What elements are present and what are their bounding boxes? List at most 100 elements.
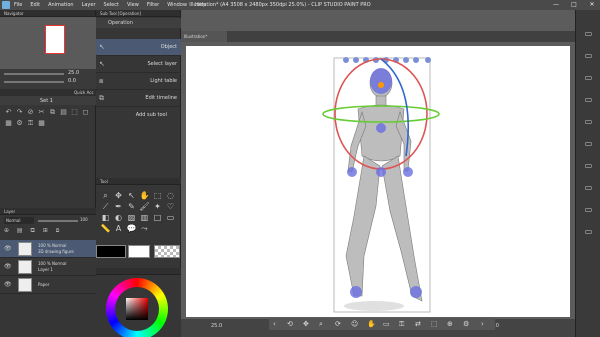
balloon-icon[interactable]: 💬 bbox=[125, 223, 138, 234]
redo-icon[interactable]: ↷ bbox=[15, 108, 24, 117]
quick-access-tab[interactable]: Quick Acc bbox=[74, 90, 94, 95]
eye-icon[interactable]: 👁 bbox=[4, 263, 12, 270]
grid-icon[interactable]: ▦ bbox=[37, 119, 46, 128]
clear-icon[interactable]: ⊘ bbox=[26, 108, 35, 117]
frame-icon[interactable]: ▭ bbox=[164, 212, 177, 223]
open-icon[interactable]: ▭ bbox=[583, 50, 594, 61]
color-wheel[interactable] bbox=[106, 278, 168, 337]
ground-icon[interactable]: ▭ bbox=[383, 318, 390, 330]
opacity-slider[interactable] bbox=[38, 220, 78, 222]
transform-icon[interactable]: ▭ bbox=[583, 160, 594, 171]
layer-row-3d[interactable]: 👁 100 % Normal 3D drawing figure bbox=[0, 240, 96, 258]
settings-icon[interactable]: ⚙ bbox=[463, 318, 469, 330]
invert-icon[interactable]: ▭ bbox=[583, 204, 594, 215]
select-icon[interactable]: ⬚ bbox=[151, 190, 164, 201]
eyedropper-icon[interactable]: ⟋ bbox=[99, 201, 112, 212]
sub-tool-light-table[interactable]: ⧈ Light table bbox=[96, 73, 181, 90]
deselect-icon[interactable]: ◻ bbox=[81, 108, 90, 117]
lock-icon[interactable]: ⚿ bbox=[399, 318, 404, 330]
airbrush-icon[interactable]: ✦ bbox=[151, 201, 164, 212]
arrow-right-icon[interactable]: › bbox=[481, 318, 484, 330]
quick-access-set[interactable]: Set 1 bbox=[0, 96, 96, 105]
tool-panel: Sub Tool [Operation] Operation ↖ Object … bbox=[96, 10, 181, 337]
new-icon[interactable]: ▭ bbox=[583, 28, 594, 39]
blend-icon[interactable]: ◐ bbox=[112, 212, 125, 223]
camera-pan-icon[interactable]: ✥ bbox=[303, 318, 309, 330]
fill-icon[interactable]: ▭ bbox=[583, 226, 594, 237]
copy-icon[interactable]: ⧉ bbox=[48, 108, 57, 117]
camera-reset-icon[interactable]: ⟳ bbox=[335, 318, 341, 330]
lock-icon[interactable]: ⚿ bbox=[26, 119, 35, 128]
set-name: Set 1 bbox=[40, 98, 53, 104]
navigator-preview bbox=[45, 25, 65, 54]
paste-icon[interactable]: ▤ bbox=[59, 108, 68, 117]
main-color-swatch[interactable] bbox=[96, 245, 126, 258]
right-command-bar: ▭ ▭ ▭ ▭ ▭ ▭ ▭ ▭ ▭ ▭ bbox=[575, 10, 600, 337]
gradient-icon[interactable]: ▥ bbox=[138, 212, 151, 223]
sub-tool-group-label[interactable]: Operation bbox=[108, 20, 133, 26]
saturation-value-box[interactable] bbox=[126, 298, 148, 320]
decoration-icon[interactable]: ♡ bbox=[164, 201, 177, 212]
flip-icon[interactable]: ⇄ bbox=[415, 318, 421, 330]
ruler-icon[interactable]: 📏 bbox=[99, 223, 112, 234]
canvas-paper[interactable] bbox=[186, 46, 570, 317]
close-button[interactable]: ✕ bbox=[584, 0, 600, 10]
sub-tool-select-layer[interactable]: ↖ Select layer bbox=[96, 56, 181, 73]
3d-figure-body bbox=[345, 68, 423, 302]
fill-icon[interactable]: ▦ bbox=[4, 119, 13, 128]
cut-icon[interactable]: ✂ bbox=[37, 108, 46, 117]
save-icon[interactable]: ▭ bbox=[583, 72, 594, 83]
lasso-icon[interactable]: ◌ bbox=[164, 190, 177, 201]
maximize-button[interactable]: □ bbox=[566, 0, 582, 10]
hand-pose-icon[interactable]: ✋ bbox=[367, 318, 376, 330]
navigator-view[interactable] bbox=[0, 17, 96, 69]
menu-select[interactable]: Select bbox=[100, 0, 123, 10]
add-sub-tool[interactable]: Add sub tool bbox=[96, 107, 181, 124]
move-icon[interactable]: ✥ bbox=[112, 190, 125, 201]
menu-edit[interactable]: Edit bbox=[26, 0, 44, 10]
hand-icon[interactable]: ✋ bbox=[138, 190, 151, 201]
menu-file[interactable]: File bbox=[10, 0, 26, 10]
minimize-button[interactable]: — bbox=[548, 0, 564, 10]
deselect-icon[interactable]: ▭ bbox=[583, 182, 594, 193]
undo-icon[interactable]: ↶ bbox=[4, 108, 13, 117]
sub-tool-edit-timeline[interactable]: ⧉ Edit timeline bbox=[96, 90, 181, 107]
3d-figure-scene[interactable] bbox=[186, 46, 570, 317]
layer-row-paper[interactable]: 👁 Paper bbox=[0, 276, 96, 294]
text-icon[interactable]: A bbox=[112, 223, 125, 234]
clear-icon[interactable]: ▭ bbox=[583, 138, 594, 149]
transform-icon[interactable]: ⬚ bbox=[70, 108, 79, 117]
rotation-slider[interactable] bbox=[4, 81, 64, 83]
sub-color-swatch[interactable] bbox=[128, 245, 150, 258]
operation-icon[interactable]: ↖ bbox=[125, 190, 138, 201]
transparent-color-swatch[interactable] bbox=[154, 245, 180, 258]
sub-tool-object[interactable]: ↖ Object bbox=[96, 39, 181, 56]
settings-icon[interactable]: ⚙ bbox=[15, 119, 24, 128]
layer-row-1[interactable]: 👁 100 % Normal Layer 1 bbox=[0, 258, 96, 276]
zoom-slider[interactable] bbox=[4, 73, 64, 75]
undo-icon[interactable]: ▭ bbox=[583, 94, 594, 105]
camera-zoom-icon[interactable]: ⌕ bbox=[319, 318, 323, 330]
pen-icon[interactable]: ✒ bbox=[112, 201, 125, 212]
menu-layer[interactable]: Layer bbox=[78, 0, 100, 10]
tool-header: Tool bbox=[96, 178, 181, 185]
body-shape-icon[interactable]: ⬚ bbox=[431, 318, 438, 330]
redo-icon[interactable]: ▭ bbox=[583, 116, 594, 127]
pencil-icon[interactable]: ✎ bbox=[125, 201, 138, 212]
arrow-left-icon[interactable]: ‹ bbox=[273, 318, 276, 330]
navigator-controls: 25.0 0.0 bbox=[0, 69, 96, 89]
eye-icon[interactable]: 👁 bbox=[4, 245, 12, 252]
pose-icon[interactable]: ☺ bbox=[351, 318, 358, 330]
correct-line-icon[interactable]: ⤳ bbox=[138, 223, 151, 234]
fill-icon[interactable]: ▨ bbox=[125, 212, 138, 223]
eraser-icon[interactable]: ◧ bbox=[99, 212, 112, 223]
figure-icon[interactable]: □ bbox=[151, 212, 164, 223]
camera-rotate-icon[interactable]: ⟲ bbox=[287, 318, 293, 330]
menu-animation[interactable]: Animation bbox=[44, 0, 78, 10]
register-pose-icon[interactable]: ⊕ bbox=[447, 318, 453, 330]
zoom-icon[interactable]: ⌕ bbox=[99, 190, 112, 201]
brush-icon[interactable]: 🖌 bbox=[138, 201, 151, 212]
canvas-tab[interactable]: Illustration* bbox=[181, 31, 227, 42]
blend-mode-select[interactable]: Normal bbox=[4, 217, 34, 224]
eye-icon[interactable]: 👁 bbox=[4, 281, 12, 288]
